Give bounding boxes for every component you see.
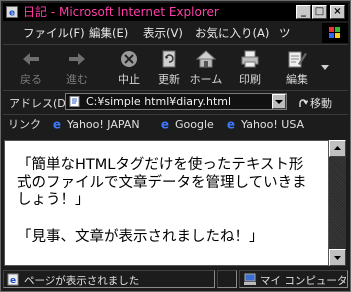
menu-bar: ファイル(F) 編集(E) 表示(V) お気に入り(A) ツ [3,23,348,43]
status-message-cell: e ページが表示されました [3,270,215,288]
print-button[interactable]: 印刷 [231,45,269,89]
arrow-up-icon [334,146,341,150]
address-input[interactable]: C:¥simple html¥diary.html [65,93,287,110]
svg-text:e: e [161,118,169,130]
print-label: 印刷 [239,73,261,86]
scroll-track[interactable] [329,157,346,249]
page-icon [69,96,80,107]
page-content: 「簡単なHTMLタグだけを使ったテキスト形式のファイルで文章データを管理していき… [4,140,329,266]
menu-file[interactable]: ファイル(F) [23,23,85,43]
browser-window: e 日記 - Microsoft Internet Explorer _ □ ×… [0,0,351,292]
svg-text:e: e [9,9,15,19]
home-label: ホーム [189,73,223,86]
edit-button[interactable]: 編集 [277,45,317,89]
status-zone: マイ コンピュータ [260,275,348,287]
menu-tools[interactable]: ツ [279,23,291,43]
stop-button[interactable]: 中止 [110,45,148,89]
go-arrow-icon [299,99,309,107]
chevron-down-icon [275,100,283,104]
edit-icon [288,51,307,68]
refresh-label: 更新 [158,73,180,86]
back-arrow-icon [23,53,39,65]
link-google[interactable]: e Google [159,115,214,135]
windows-logo-icon [322,23,348,43]
content-paragraph-2: 「見事、文章が表示されましたね！」 [17,229,264,245]
svg-text:e: e [10,276,16,286]
address-label: アドレス(D) [9,97,71,110]
ie-link-icon: e [161,118,169,130]
close-button[interactable]: × [330,5,345,19]
vertical-scrollbar[interactable] [329,140,346,266]
address-bar: アドレス(D) C:¥simple html¥diary.html 移動 [3,91,348,113]
svg-text:e: e [227,118,235,130]
address-url: C:¥simple html¥diary.html [86,95,232,108]
menu-edit[interactable]: 編集(E) [89,23,128,43]
print-icon [241,50,259,68]
go-label: 移動 [310,97,332,110]
content-paragraph-1: 「簡単なHTMLタグだけを使ったテキスト形式のファイルで文章データを管理していき… [17,157,307,208]
link-yahoo-japan[interactable]: e Yahoo! JAPAN [51,115,140,135]
menu-favorites[interactable]: お気に入り(A) [195,23,269,43]
status-zone-cell: マイ コンピュータ [239,270,348,288]
ie-page-icon: e [6,6,18,18]
arrow-down-icon [334,256,341,260]
svg-text:e: e [53,118,61,130]
back-label: 戻る [20,73,42,86]
ie-link-icon: e [227,118,235,130]
done-page-icon: e [7,273,19,286]
go-button[interactable]: 移動 [298,95,332,111]
home-icon [195,50,217,68]
minimize-button[interactable]: _ [296,5,311,19]
status-message: ページが表示されました [24,275,140,287]
edit-dropdown-icon[interactable] [321,65,329,71]
title-bar: e 日記 - Microsoft Internet Explorer _ □ × [3,3,348,21]
refresh-button[interactable]: 更新 [150,45,188,89]
my-computer-icon [244,273,256,285]
refresh-icon [162,50,176,68]
status-bar: e ページが表示されました マイ コンピュータ [3,269,348,289]
status-empty-cell [217,270,237,288]
stop-label: 中止 [118,73,140,86]
stop-icon [121,51,137,67]
link-yahoo-usa[interactable]: e Yahoo! USA [225,115,304,135]
menu-view[interactable]: 表示(V) [143,23,183,43]
edit-label: 編集 [286,73,308,86]
standard-toolbar: 戻る 進む 中止 更新 ホーム 印刷 編集 [3,45,348,89]
maximize-button[interactable]: □ [312,5,327,19]
window-title: 日記 - Microsoft Internet Explorer [23,5,219,19]
address-dropdown-button[interactable] [272,94,286,109]
forward-button[interactable]: 進む [57,45,97,89]
home-button[interactable]: ホーム [186,45,226,89]
links-label: リンク [8,118,41,131]
scroll-down-button[interactable] [329,249,346,266]
scroll-up-button[interactable] [329,140,346,157]
back-button[interactable]: 戻る [11,45,51,89]
links-bar: リンク e Yahoo! JAPAN e Google e Yahoo! USA [3,115,348,135]
forward-label: 進む [66,73,88,86]
ie-link-icon: e [53,118,61,130]
forward-arrow-icon [69,53,85,65]
